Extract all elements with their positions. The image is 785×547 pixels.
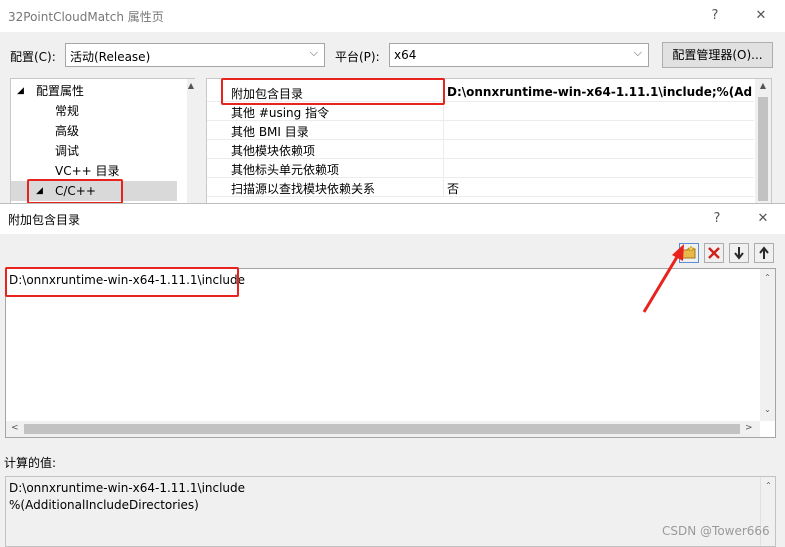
grid-row-module-deps[interactable]: 其他模块依赖项 [207,140,754,159]
scroll-up-icon[interactable]: ⌃ [761,481,776,490]
dialog-close-button[interactable]: ✕ [746,207,780,231]
annotation-box-cpp [27,179,123,204]
tree-item-vc-directories[interactable]: VC++ 目录 [11,161,177,181]
list-horizontal-scrollbar[interactable]: < > [6,421,760,437]
arrow-up-icon [759,246,769,259]
annotation-box-entry [5,267,239,297]
grid-row-name: 其他模块依赖项 [231,144,316,158]
tree-item-label: VC++ 目录 [55,164,120,178]
arrow-down-icon [734,247,744,260]
list-vertical-scrollbar[interactable]: ⌃ ⌄ [760,269,775,421]
grid-row-bmi[interactable]: 其他 BMI 目录 [207,121,754,140]
computed-value-label: 计算的值: [4,456,57,470]
watermark: CSDN @Tower666 [662,524,770,538]
grid-row-name: 其他 #using 指令 [231,106,330,120]
delete-line-button[interactable] [704,243,724,263]
grid-row-value: 否 [447,182,460,196]
scroll-up-icon[interactable]: ▲ [755,81,771,90]
tree-item-label: 常规 [55,104,80,118]
grid-row-name: 其他标头单元依赖项 [231,163,340,177]
delete-x-icon [708,247,720,259]
dialog-help-button[interactable]: ? [700,207,734,231]
help-button[interactable]: ? [698,4,732,28]
grid-row-name: 扫描源以查找模块依赖关系 [231,182,376,196]
scroll-left-icon[interactable]: < [11,423,19,433]
grid-row-name: 其他 BMI 目录 [231,125,309,139]
include-directories-dialog: 附加包含目录 ? ✕ D:\onnxruntime-win-x64-1.11.1… [0,203,785,547]
collapse-triangle-icon[interactable]: ◢ [17,81,24,101]
computed-line: %(AdditionalIncludeDirectories) [9,498,199,512]
window-title: 32PointCloudMatch 属性页 [8,10,164,24]
config-select[interactable]: 活动(Release) ⌵ [65,43,325,67]
dialog-title: 附加包含目录 [8,213,81,227]
scroll-up-icon[interactable]: ▲ [187,81,195,90]
config-manager-button[interactable]: 配置管理器(O)... [662,42,773,68]
tree-item-config-properties[interactable]: ◢ 配置属性 [11,81,177,101]
grid-row-scan-sources[interactable]: 扫描源以查找模块依赖关系 否 [207,178,754,197]
platform-label: 平台(P): [335,50,380,64]
computed-value-box: D:\onnxruntime-win-x64-1.11.1\include %(… [5,476,776,547]
tree-item-label: 高级 [55,124,80,138]
scroll-down-icon[interactable]: ⌄ [760,405,775,414]
config-label: 配置(C): [10,50,56,64]
grid-scrollbar[interactable]: ▲ [755,79,771,203]
scroll-right-icon[interactable]: > [745,423,753,433]
scroll-up-icon[interactable]: ⌃ [760,273,775,282]
grid-row-header-unit-deps[interactable]: 其他标头单元依赖项 [207,159,754,178]
close-button[interactable]: ✕ [744,4,778,28]
tree-item-label: 配置属性 [36,84,85,98]
computed-line: D:\onnxruntime-win-x64-1.11.1\include [9,481,246,495]
dialog-title-bar: 附加包含目录 ? ✕ [0,204,785,234]
tree-scrollbar[interactable]: ▲ [187,79,195,203]
platform-select-value: x64 [394,48,417,62]
tree-item-general[interactable]: 常规 [11,101,177,121]
config-select-value: 活动(Release) [70,50,151,64]
chevron-down-icon: ⌵ [633,46,642,59]
tree-item-label: 调试 [55,144,80,158]
scroll-thumb[interactable] [758,97,768,201]
annotation-box-grid-row [221,78,445,105]
main-title-bar: 32PointCloudMatch 属性页 ? ✕ [0,0,785,32]
tree-item-debugging[interactable]: 调试 [11,141,177,161]
platform-select[interactable]: x64 ⌵ [389,43,649,67]
move-up-button[interactable] [754,243,774,263]
grid-row-value: D:\onnxruntime-win-x64-1.11.1\include;%(… [447,85,752,99]
tree-item-advanced[interactable]: 高级 [11,121,177,141]
chevron-down-icon: ⌵ [309,46,318,59]
scroll-thumb[interactable] [24,424,740,434]
annotation-arrow-icon [642,244,684,313]
move-down-button[interactable] [729,243,749,263]
